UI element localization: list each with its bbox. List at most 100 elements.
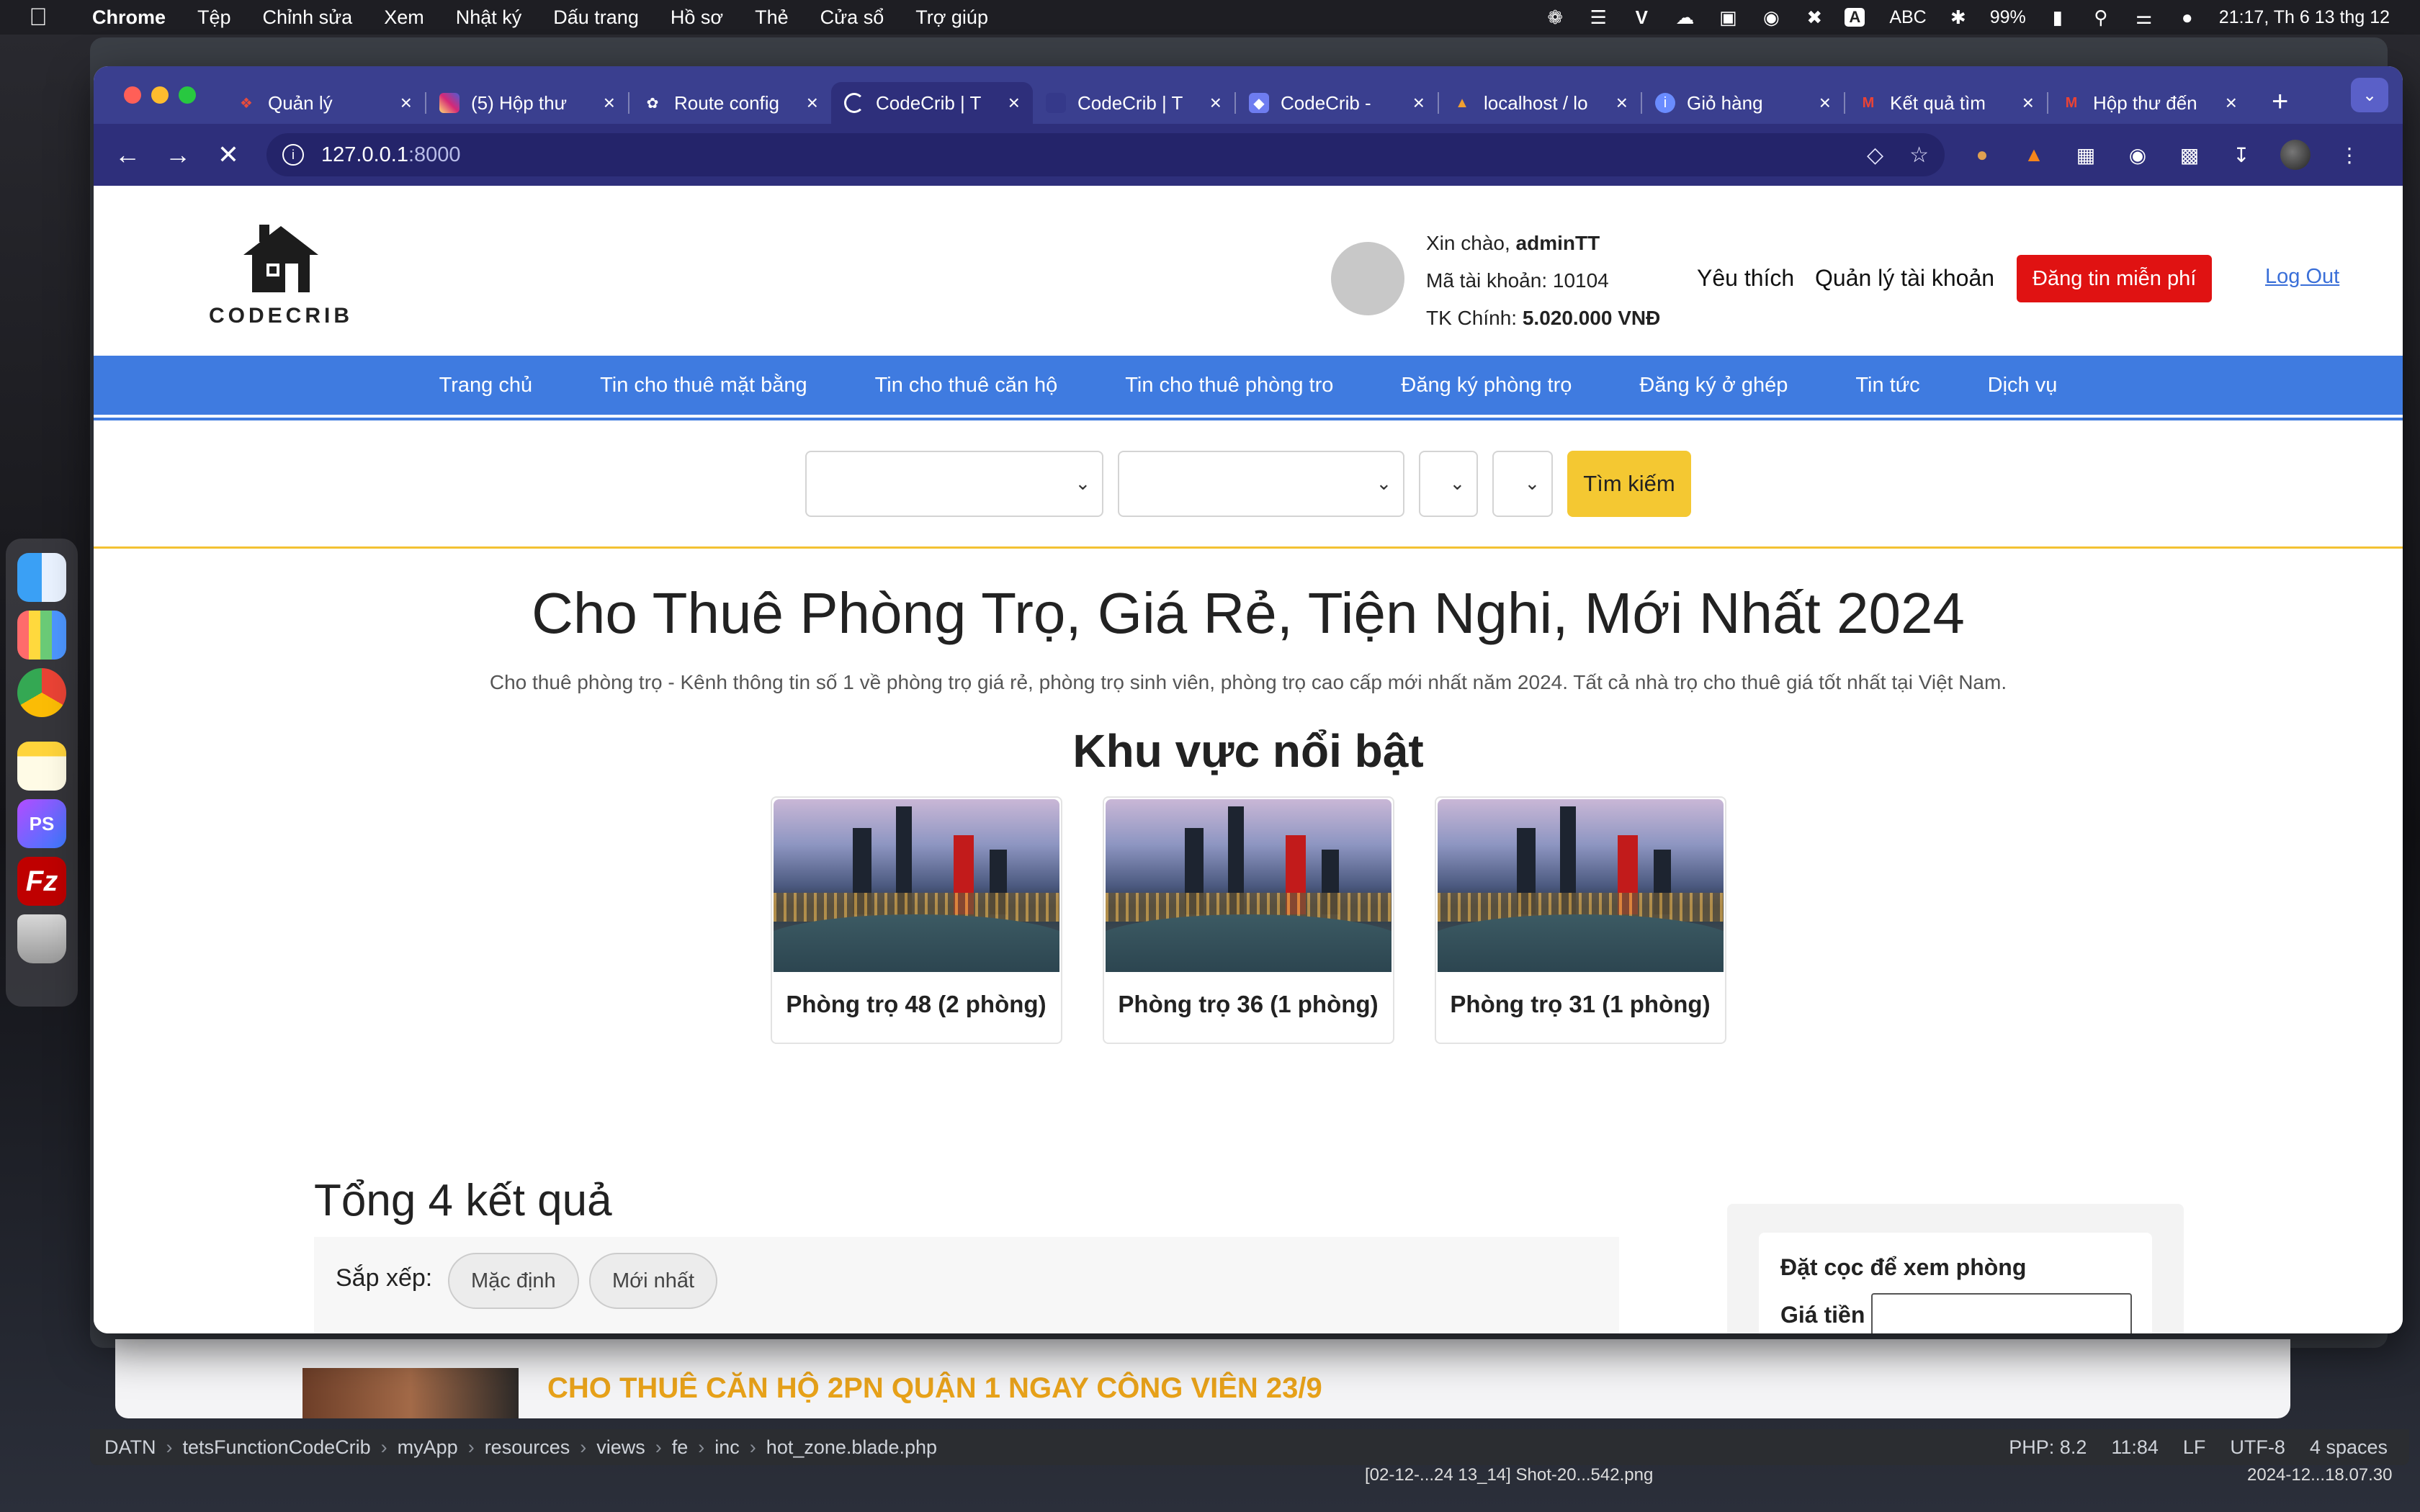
cookie-extension-icon[interactable]: ● xyxy=(1969,142,1995,168)
close-tab-icon[interactable]: × xyxy=(604,91,615,114)
tab-search-chevron-icon[interactable]: ⌄ xyxy=(2351,78,2388,112)
nav-services[interactable]: Dịch vụ xyxy=(1954,374,2092,397)
district-select[interactable]: ⌄ xyxy=(1118,450,1405,517)
menu-tab[interactable]: Thẻ xyxy=(739,6,805,29)
qr-extension-icon[interactable]: ▦ xyxy=(2073,142,2099,168)
nav-apartments[interactable]: Tin cho thuê căn hộ xyxy=(841,374,1092,397)
browser-tab[interactable]: ◆ CodeCrib - × xyxy=(1236,82,1438,124)
download-item-1[interactable]: [02-12-...24 13_14] Shot-20...542.png xyxy=(1365,1465,1653,1485)
browser-tab[interactable]: CodeCrib | T × xyxy=(1033,82,1234,124)
back-arrow-icon[interactable]: ← xyxy=(108,135,147,175)
area-select[interactable]: ⌄ xyxy=(1492,450,1554,517)
close-tab-icon[interactable]: × xyxy=(2226,91,2237,114)
control-center-icon[interactable]: ⚌ xyxy=(2131,6,2157,28)
browser-tab[interactable]: ✿ Route config × xyxy=(629,82,831,124)
more-menu-icon[interactable]: ⋮ xyxy=(2336,142,2362,168)
apple-menu-icon[interactable]:  xyxy=(0,4,76,32)
breadcrumb-file[interactable]: hot_zone.blade.php xyxy=(766,1436,937,1459)
battery-icon[interactable]: ▮ xyxy=(2045,6,2071,28)
launchpad-icon[interactable] xyxy=(17,611,66,660)
close-tab-icon[interactable]: × xyxy=(400,91,412,114)
menu-chrome[interactable]: Chrome xyxy=(76,6,182,29)
menu-help[interactable]: Trợ giúp xyxy=(900,6,1004,29)
spotlight-icon[interactable]: ⚲ xyxy=(2088,6,2114,28)
breadcrumb-item[interactable]: fe xyxy=(672,1436,689,1459)
breadcrumb-item[interactable]: myApp xyxy=(398,1436,458,1459)
site-logo[interactable]: CODECRIB xyxy=(194,220,367,328)
new-tab-icon[interactable]: + xyxy=(2272,86,2288,118)
zone-card[interactable]: Phòng trọ 48 (2 phòng) xyxy=(770,796,1062,1044)
browser-tab[interactable]: i Giỏ hàng × xyxy=(1642,82,1844,124)
bluetooth-icon[interactable]: ✱ xyxy=(1945,6,1971,28)
display-icon[interactable]: ▣ xyxy=(1715,6,1741,28)
translate-icon[interactable]: ◇ xyxy=(1867,143,1883,168)
province-select[interactable]: ⌄ xyxy=(805,450,1104,517)
close-tab-icon[interactable]: × xyxy=(1413,91,1425,114)
siri-icon[interactable]: ● xyxy=(2174,6,2200,28)
nav-register-room[interactable]: Đăng ký phòng trọ xyxy=(1367,374,1605,397)
extensions-puzzle-icon[interactable]: ▩ xyxy=(2177,142,2202,168)
nav-home[interactable]: Trang chủ xyxy=(405,374,567,397)
screenshot-extension-icon[interactable]: ◉ xyxy=(2125,142,2151,168)
close-tab-icon[interactable]: × xyxy=(1210,91,1222,114)
browser-tab[interactable]: ▲ localhost / lo × xyxy=(1439,82,1641,124)
menu-view[interactable]: Xem xyxy=(368,6,440,29)
ide-line-ending[interactable]: LF xyxy=(2183,1436,2206,1459)
nav-commercial-space[interactable]: Tin cho thuê mặt bằng xyxy=(566,374,841,397)
browser-tab[interactable]: (5) Hộp thư × xyxy=(426,82,628,124)
logout-link[interactable]: Log Out xyxy=(2265,265,2339,289)
close-tab-icon[interactable]: × xyxy=(1008,91,1020,114)
trash-icon[interactable] xyxy=(17,914,66,963)
menu-edit[interactable]: Chỉnh sửa xyxy=(247,6,369,29)
post-free-button[interactable]: Đăng tin miễn phí xyxy=(2017,255,2213,302)
ide-php-version[interactable]: PHP: 8.2 xyxy=(2009,1436,2087,1459)
close-tab-icon[interactable]: × xyxy=(807,91,818,114)
input-source-icon[interactable]: A xyxy=(1845,6,1870,28)
close-tab-icon[interactable]: × xyxy=(1819,91,1831,114)
airdrop-icon[interactable]: ◉ xyxy=(1758,6,1784,28)
sort-newest-button[interactable]: Mới nhất xyxy=(589,1253,718,1309)
bookmark-star-icon[interactable]: ☆ xyxy=(1909,143,1929,168)
wifi-icon[interactable]: ☰ xyxy=(1585,6,1611,28)
sort-default-button[interactable]: Mặc định xyxy=(448,1253,579,1309)
favorites-link[interactable]: Yêu thích xyxy=(1697,265,1794,292)
menu-file[interactable]: Tệp xyxy=(182,6,247,29)
close-tab-icon[interactable]: × xyxy=(2022,91,2034,114)
menu-bookmarks[interactable]: Dấu trang xyxy=(537,6,655,29)
nav-news[interactable]: Tin tức xyxy=(1821,374,1953,397)
menu-history[interactable]: Nhật ký xyxy=(440,6,538,29)
filezilla-icon[interactable]: Fz xyxy=(17,857,66,906)
profile-avatar-icon[interactable] xyxy=(2280,140,2311,170)
browser-tab[interactable]: M Kết quả tìm × xyxy=(1845,82,2047,124)
notes-icon[interactable] xyxy=(17,742,66,791)
nav-rooms[interactable]: Tin cho thuê phòng tro xyxy=(1091,374,1367,397)
price-select[interactable]: ⌄ xyxy=(1419,450,1479,517)
mute-icon[interactable]: ✖ xyxy=(1801,6,1827,28)
ide-indent[interactable]: 4 spaces xyxy=(2310,1436,2388,1459)
forward-arrow-icon[interactable]: → xyxy=(158,135,197,175)
stop-loading-icon[interactable]: ✕ xyxy=(209,135,248,175)
menubar-clock[interactable]: 21:17, Th 6 13 thg 12 xyxy=(2219,7,2390,28)
chrome-icon[interactable] xyxy=(17,668,66,717)
menu-profiles[interactable]: Hồ sơ xyxy=(655,6,739,29)
browser-tab[interactable]: M Hộp thư đến × xyxy=(2048,82,2250,124)
zone-card[interactable]: Phòng trọ 36 (1 phòng) xyxy=(1102,796,1394,1044)
close-tab-icon[interactable]: × xyxy=(1616,91,1628,114)
finder-icon[interactable] xyxy=(17,553,66,602)
metamask-extension-icon[interactable]: ▲ xyxy=(2021,142,2047,168)
site-info-icon[interactable]: i xyxy=(282,144,304,166)
browser-tab[interactable]: ❖ Quản lý × xyxy=(223,82,425,124)
nav-roommate[interactable]: Đăng ký ở ghép xyxy=(1605,374,1821,397)
browser-tab-active[interactable]: CodeCrib | T × xyxy=(831,82,1033,124)
breadcrumb-item[interactable]: resources xyxy=(485,1436,570,1459)
account-manage-link[interactable]: Quản lý tài khoản xyxy=(1815,265,1994,292)
minimize-window-button[interactable] xyxy=(151,86,169,104)
search-button[interactable]: Tìm kiếm xyxy=(1567,450,1691,517)
menu-window[interactable]: Cửa sổ xyxy=(805,6,900,29)
cloud-icon[interactable]: ☁ xyxy=(1672,6,1698,28)
focus-icon[interactable]: ❁ xyxy=(1542,6,1568,28)
breadcrumb-item[interactable]: views xyxy=(596,1436,645,1459)
breadcrumb-item[interactable]: tetsFunctionCodeCrib xyxy=(183,1436,371,1459)
breadcrumb-item[interactable]: DATN xyxy=(104,1436,156,1459)
phpstorm-icon[interactable]: PS xyxy=(17,799,66,848)
